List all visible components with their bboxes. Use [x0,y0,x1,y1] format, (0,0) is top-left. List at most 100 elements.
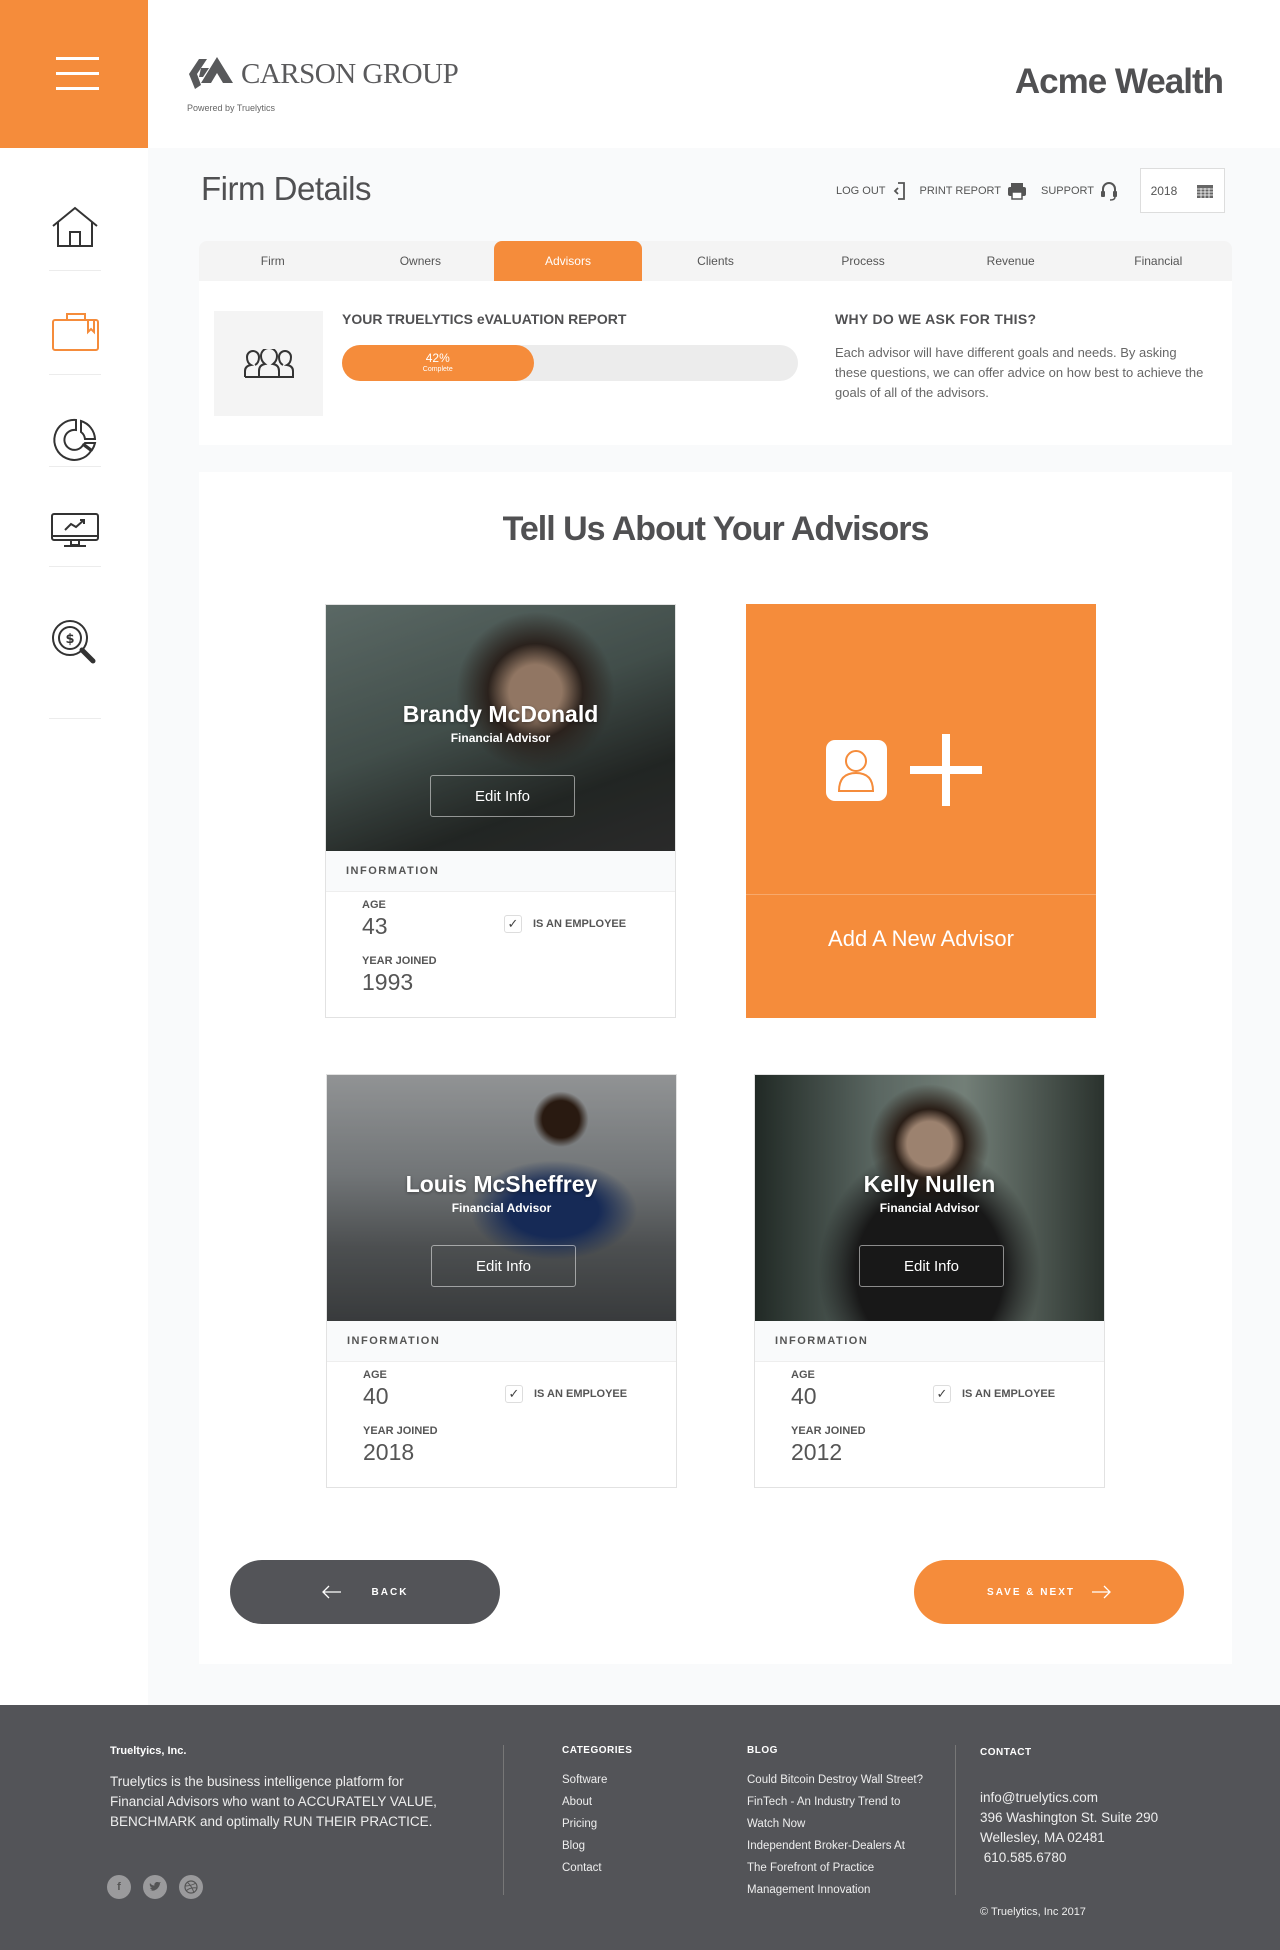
report-icon-box [214,311,323,416]
footer-link-software[interactable]: Software [562,1769,607,1791]
advisor-card: Kelly Nullen Financial Advisor Edit Info… [754,1074,1105,1488]
nav-divider [49,374,101,375]
year-joined-value: 1993 [362,969,414,995]
nav-divider [49,466,101,467]
dollar-search-icon: $ [52,620,96,664]
footer-description: Truelytics is the business intelligence … [110,1774,437,1829]
add-advisor-label: Add A New Advisor [828,926,1014,951]
tab-advisors[interactable]: Advisors [494,241,642,281]
page-title: Firm Details [201,170,372,207]
tab-revenue[interactable]: Revenue [937,241,1085,281]
edit-info-button[interactable]: Edit Info [430,775,575,817]
footer-link-pricing[interactable]: Pricing [562,1813,607,1835]
progress-percent: 42% [425,351,450,365]
year-joined-value: 2012 [791,1439,843,1465]
advisor-name: Brandy McDonald [402,701,599,727]
year-picker[interactable]: 2018 [1140,168,1225,213]
contact-email[interactable]: info@truelytics.com [980,1788,1158,1808]
year-joined-label: YEAR JOINED [791,1425,866,1437]
year-joined-label: YEAR JOINED [362,955,437,967]
categories-title: CATEGORIES [562,1745,633,1756]
blog-link[interactable]: Could Bitcoin Destroy Wall Street? [747,1769,923,1791]
headset-icon [1101,181,1117,201]
age-value: 40 [363,1383,389,1409]
blog-link[interactable]: Independent Broker-Dealers At [747,1835,923,1857]
employee-label: IS AN EMPLOYEE [533,918,627,930]
save-next-button[interactable]: SAVE & NEXT [914,1560,1184,1624]
age-value: 43 [362,913,388,939]
facebook-icon[interactable]: f [107,1875,131,1899]
blog-link[interactable]: The Forefront of Practice [747,1857,923,1879]
contact-phone: 610.585.6780 [980,1850,1067,1865]
nav-divider [49,718,101,719]
age-label: AGE [362,899,386,911]
why-text: Each advisor will have different goals a… [835,345,1204,400]
footer-link-about[interactable]: About [562,1791,607,1813]
support-link[interactable]: SUPPORT [1041,181,1118,201]
arrow-right-icon [1091,1585,1111,1599]
tab-financial[interactable]: Financial [1084,241,1232,281]
tab-firm[interactable]: Firm [199,241,347,281]
sidebar-item-performance[interactable] [49,506,101,558]
progress-fill: 42% Complete [342,345,534,381]
logout-link[interactable]: LOG OUT [836,181,906,200]
hamburger-icon [56,57,99,60]
dribbble-icon[interactable] [179,1875,203,1899]
information-header: INFORMATION [326,851,675,892]
advisor-role: Financial Advisor [450,731,551,745]
calendar-icon [1197,184,1214,198]
employee-checkbox[interactable]: ✓ [505,1385,523,1403]
age-label: AGE [363,1369,387,1381]
advisor-photo: Kelly Nullen Financial Advisor Edit Info [755,1075,1104,1321]
add-advisor-button[interactable]: Add A New Advisor [746,604,1096,1018]
advisors-section: Tell Us About Your Advisors Brandy McDon… [199,472,1232,1664]
twitter-icon[interactable] [143,1875,167,1899]
report-panel: YOUR TRUELYTICS eVALUATION REPORT 42% Co… [199,281,1232,445]
employee-checkbox-row[interactable]: ✓ IS AN EMPLOYEE [933,1385,1055,1403]
sidebar: $ [0,148,148,1705]
blog-link[interactable]: Management Innovation [747,1879,923,1901]
carson-group-logo: CARSON GROUP [187,55,459,93]
employee-checkbox-row[interactable]: ✓ IS AN EMPLOYEE [504,915,626,933]
add-user-icon [826,734,982,806]
year-value: 2018 [1150,183,1178,198]
back-button[interactable]: BACK [230,1560,500,1624]
contact-address2: Wellesley, MA 02481 [980,1830,1105,1845]
edit-info-button[interactable]: Edit Info [859,1245,1004,1287]
employee-label: IS AN EMPLOYEE [962,1388,1056,1400]
sidebar-item-analytics[interactable] [49,414,101,466]
footer-link-blog[interactable]: Blog [562,1835,607,1857]
advisor-photo: Louis McSheffrey Financial Advisor Edit … [327,1075,676,1321]
blog-link[interactable]: Watch Now [747,1813,923,1835]
support-label: SUPPORT [1041,184,1094,197]
sidebar-item-briefcase[interactable] [49,306,101,358]
advisor-name: Louis McSheffrey [405,1171,598,1197]
blog-link[interactable]: FinTech - An Industry Trend to [747,1791,923,1813]
menu-button[interactable] [0,0,148,148]
advisor-card: Louis McSheffrey Financial Advisor Edit … [326,1074,677,1488]
contact-title: CONTACT [980,1747,1032,1758]
employee-label: IS AN EMPLOYEE [534,1388,628,1400]
print-report-link[interactable]: PRINT REPORT [920,182,1028,200]
age-value: 40 [791,1383,817,1409]
footer-link-contact[interactable]: Contact [562,1857,607,1879]
employee-checkbox-row[interactable]: ✓ IS AN EMPLOYEE [505,1385,627,1403]
logout-label: LOG OUT [836,184,886,197]
contact-address1: 396 Washington St. Suite 290 [980,1810,1159,1825]
progress-label: Complete [422,366,453,373]
employee-checkbox[interactable]: ✓ [504,915,522,933]
advisor-role: Financial Advisor [451,1201,552,1215]
tab-clients[interactable]: Clients [642,241,790,281]
edit-info-button[interactable]: Edit Info [431,1245,576,1287]
tab-process[interactable]: Process [789,241,937,281]
sidebar-item-home[interactable] [49,202,101,254]
print-report-label: PRINT REPORT [919,184,1002,197]
sidebar-item-valuation[interactable]: $ [49,616,101,668]
printer-icon [1008,182,1027,200]
arrow-left-icon [321,1585,341,1599]
powered-by: Powered by Truelytics [187,103,276,113]
employee-checkbox[interactable]: ✓ [933,1385,951,1403]
footer-company: Trueltyics, Inc. [110,1745,187,1757]
tab-owners[interactable]: Owners [347,241,495,281]
blog-title: BLOG [747,1745,778,1756]
